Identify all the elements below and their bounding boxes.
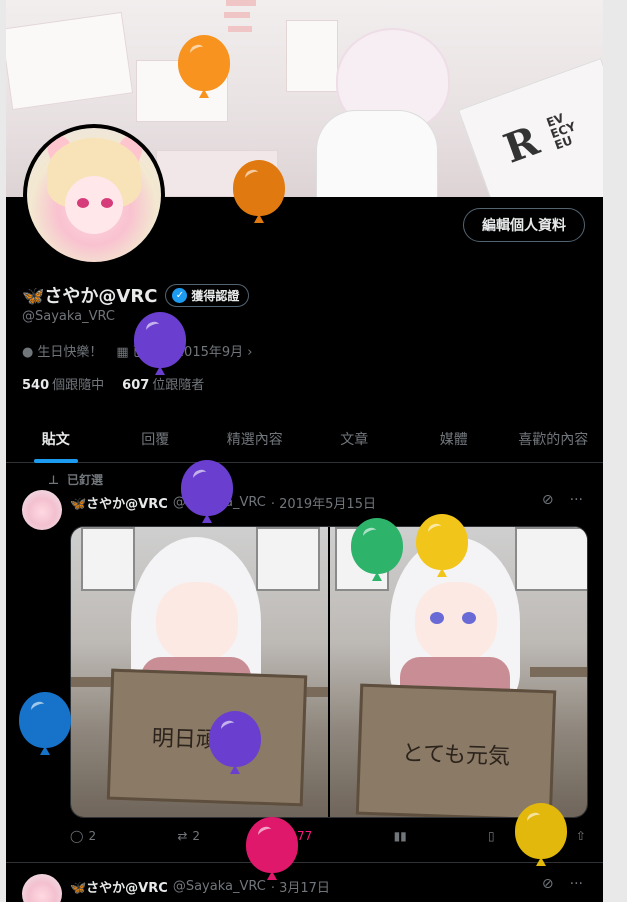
verified-check-icon: ✓ bbox=[172, 287, 188, 303]
balloon-pink bbox=[246, 817, 298, 873]
more-icon[interactable]: ··· bbox=[570, 492, 583, 508]
repost-count: 2 bbox=[192, 829, 201, 843]
followers-label: 位跟隨者 bbox=[152, 378, 205, 393]
post-avatar[interactable] bbox=[22, 490, 62, 530]
profile-handle: @Sayaka_VRC bbox=[22, 309, 115, 324]
location-text: 生日快樂！ bbox=[37, 345, 103, 360]
following-label: 個跟隨中 bbox=[52, 378, 105, 393]
balloon-purple-2 bbox=[181, 460, 233, 516]
location-item: ● 生日快樂！ bbox=[22, 341, 102, 360]
post-header-2: 🦋さやか@VRC @Sayaka_VRC · 3月17日 bbox=[70, 877, 330, 896]
post-top-icons-2: ⊘ ··· bbox=[542, 876, 583, 892]
post-date[interactable]: · 2019年5月15日 bbox=[271, 493, 376, 512]
following-link[interactable]: 540 個跟隨中 bbox=[22, 374, 104, 393]
balloon-orange-2 bbox=[233, 160, 285, 216]
grok-icon-2[interactable]: ⊘ bbox=[542, 876, 554, 892]
profile-name-row: 🦋さやか@VRC ✓ 獲得認證 bbox=[22, 282, 250, 308]
profile-tabs: 貼文 回覆 精選內容 文章 媒體 喜歡的內容 bbox=[6, 415, 603, 463]
repost-button[interactable]: ⇄ 2 bbox=[177, 829, 200, 843]
get-verified-label: 獲得認證 bbox=[191, 288, 240, 303]
balloon-yellow-2 bbox=[515, 803, 567, 859]
balloon-orange-1 bbox=[178, 35, 230, 91]
profile-name: 🦋さやか@VRC bbox=[22, 286, 158, 307]
banner-logo-small: EV ECY EU bbox=[544, 110, 578, 153]
post-author-handle-2[interactable]: @Sayaka_VRC bbox=[173, 879, 266, 894]
grok-icon[interactable]: ⊘ bbox=[542, 492, 554, 508]
reply-button[interactable]: ◯ 2 bbox=[70, 829, 96, 843]
followers-link[interactable]: 607 位跟隨者 bbox=[122, 374, 204, 393]
bookmark-icon: ▯ bbox=[488, 829, 495, 843]
post-author-name[interactable]: 🦋さやか@VRC bbox=[70, 493, 168, 512]
views-button[interactable]: ▮▮ bbox=[394, 829, 407, 843]
analytics-icon: ▮▮ bbox=[393, 829, 407, 843]
balloon-yellow-1 bbox=[416, 514, 468, 570]
location-pin-icon: ● bbox=[22, 345, 34, 360]
get-verified-button[interactable]: ✓ 獲得認證 bbox=[165, 283, 250, 307]
bookmark-button[interactable]: ▯ bbox=[488, 829, 495, 843]
reply-icon: ◯ bbox=[70, 829, 84, 843]
pinned-indicator: ⊥ 已釘選 bbox=[48, 471, 103, 488]
pin-icon: ⊥ bbox=[48, 472, 59, 487]
share-icon: ⇧ bbox=[575, 829, 586, 843]
balloon-purple-1 bbox=[134, 312, 186, 368]
tab-articles[interactable]: 文章 bbox=[305, 415, 405, 462]
following-count: 540 bbox=[22, 378, 50, 393]
tab-highlights[interactable]: 精選內容 bbox=[205, 415, 305, 462]
pinned-label: 已釘選 bbox=[66, 473, 103, 487]
sign-text-2: とても元気 bbox=[401, 740, 511, 770]
post-author-name-2[interactable]: 🦋さやか@VRC bbox=[70, 877, 168, 896]
post-media[interactable]: 明日頑張る とても元気 bbox=[70, 526, 588, 818]
app-window: R EV ECY EU 編輯個人資料 🦋さやか@VRC ✓ 獲得認證 @Saya… bbox=[6, 0, 603, 902]
post-top-icons: ⊘ ··· bbox=[542, 492, 583, 508]
post-actions: ◯2 ⇄2 ♥77 ▮▮ ▯ ⇧ bbox=[70, 829, 586, 843]
share-button[interactable]: ⇧ bbox=[576, 829, 586, 843]
banner-logo-letter: R bbox=[497, 115, 549, 173]
tab-likes[interactable]: 喜歡的內容 bbox=[504, 415, 604, 462]
balloon-green bbox=[351, 518, 403, 574]
repost-icon: ⇄ bbox=[177, 829, 188, 843]
post-avatar-2[interactable] bbox=[22, 874, 62, 902]
reply-count: 2 bbox=[88, 829, 97, 843]
profile-stats: 540 個跟隨中 607 位跟隨者 bbox=[22, 374, 204, 393]
post-divider bbox=[6, 862, 603, 863]
post-image-1[interactable]: 明日頑張る bbox=[71, 527, 328, 817]
balloon-blue bbox=[19, 692, 71, 748]
followers-count: 607 bbox=[122, 378, 150, 393]
more-icon-2[interactable]: ··· bbox=[570, 876, 583, 892]
tab-replies[interactable]: 回覆 bbox=[106, 415, 206, 462]
profile-avatar[interactable] bbox=[23, 124, 165, 266]
post-date-2[interactable]: · 3月17日 bbox=[271, 877, 330, 896]
like-count: 77 bbox=[297, 829, 313, 843]
tab-posts[interactable]: 貼文 bbox=[6, 415, 106, 462]
edit-profile-button[interactable]: 編輯個人資料 bbox=[463, 208, 585, 242]
balloon-purple-3 bbox=[209, 711, 261, 767]
tab-media[interactable]: 媒體 bbox=[404, 415, 504, 462]
chevron-right-icon: › bbox=[243, 345, 253, 360]
calendar-icon: ▦ bbox=[116, 345, 129, 360]
